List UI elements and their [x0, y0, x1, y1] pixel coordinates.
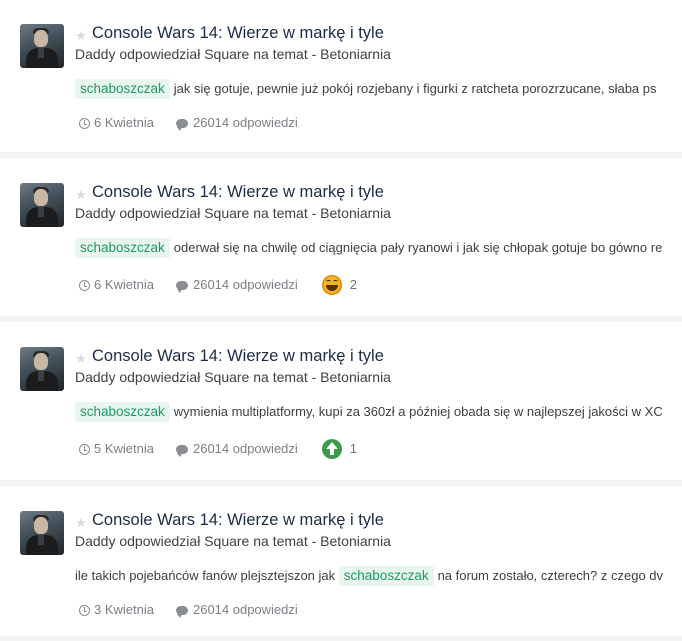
reply-count: 26014 odpowiedzi — [192, 602, 298, 617]
activity-meta: Daddy odpowiedział Square na temat - Bet… — [75, 205, 391, 221]
post-snippet: schaboszczak oderwał się na chwilę od cią… — [75, 238, 662, 258]
snippet-text: jak się gotuje, pewnie już pokój rozjeba… — [173, 81, 657, 96]
post-snippet: schaboszczak wymienia multiplatformy, kup… — [75, 402, 663, 422]
list-item: ★ Console Wars 14: Wierze w markę i tyle… — [0, 486, 682, 636]
reply-count: 26014 odpowiedzi — [192, 277, 298, 292]
haha-emoji-icon — [321, 275, 342, 295]
clock-icon — [79, 117, 90, 129]
post-stats: 3 Kwietnia 26014 odpowiedzi — [79, 601, 320, 619]
post-snippet: ile takich pojebańców fanów plejsztejszo… — [75, 566, 663, 586]
comment-icon — [175, 280, 188, 293]
clock-icon — [79, 443, 90, 455]
reaction-summary[interactable]: 1 — [321, 439, 358, 459]
list-item: ★ Console Wars 14: Wierze w markę i tyle… — [0, 322, 682, 480]
star-icon[interactable]: ★ — [75, 352, 87, 365]
reaction-count: 1 — [349, 441, 358, 456]
mention-tag[interactable]: schaboszczak — [75, 238, 170, 258]
reply-count: 26014 odpowiedzi — [192, 441, 298, 456]
comment-icon — [175, 444, 188, 457]
reply-count: 26014 odpowiedzi — [192, 115, 298, 130]
avatar[interactable] — [20, 24, 64, 68]
snippet-text: oderwał się na chwilę od ciągnięcia pały… — [173, 240, 663, 255]
post-stats: 6 Kwietnia 26014 odpowiedzi 2 — [79, 275, 357, 295]
list-item: ★ Console Wars 14: Wierze w markę i tyle… — [0, 158, 682, 316]
activity-meta: Daddy odpowiedział Square na temat - Bet… — [75, 46, 391, 62]
avatar[interactable] — [20, 183, 64, 227]
post-stats: 5 Kwietnia 26014 odpowiedzi 1 — [79, 439, 357, 459]
post-stats: 6 Kwietnia 26014 odpowiedzi — [79, 114, 320, 132]
topic-title-link[interactable]: Console Wars 14: Wierze w markę i tyle — [92, 346, 384, 366]
star-icon[interactable]: ★ — [75, 516, 87, 529]
reaction-count: 2 — [349, 277, 358, 292]
comment-icon — [175, 605, 188, 618]
snippet-text-before: ile takich pojebańców fanów plejsztejszo… — [75, 568, 336, 583]
topic-title-link[interactable]: Console Wars 14: Wierze w markę i tyle — [92, 23, 384, 43]
clock-icon — [79, 279, 90, 291]
star-icon[interactable]: ★ — [75, 29, 87, 42]
post-date: 3 Kwietnia — [94, 602, 154, 617]
post-date: 5 Kwietnia — [94, 441, 154, 456]
mention-tag[interactable]: schaboszczak — [75, 402, 170, 422]
star-icon[interactable]: ★ — [75, 188, 87, 201]
activity-meta: Daddy odpowiedział Square na temat - Bet… — [75, 533, 391, 549]
activity-meta: Daddy odpowiedział Square na temat - Bet… — [75, 369, 391, 385]
post-snippet: schaboszczak jak się gotuje, pewnie już p… — [75, 79, 657, 99]
post-date: 6 Kwietnia — [94, 277, 154, 292]
topic-title-link[interactable]: Console Wars 14: Wierze w markę i tyle — [92, 182, 384, 202]
upvote-icon — [321, 439, 342, 459]
clock-icon — [79, 604, 90, 616]
comment-icon — [175, 118, 188, 131]
snippet-text: wymienia multiplatformy, kupi za 360zł a… — [173, 404, 663, 419]
snippet-text: na forum zostało, czterech? z czego dv — [437, 568, 664, 583]
topic-title-link[interactable]: Console Wars 14: Wierze w markę i tyle — [92, 510, 384, 530]
post-date: 6 Kwietnia — [94, 115, 154, 130]
avatar[interactable] — [20, 347, 64, 391]
mention-tag[interactable]: schaboszczak — [75, 79, 170, 99]
reaction-summary[interactable]: 2 — [321, 275, 358, 295]
list-item: ★ Console Wars 14: Wierze w markę i tyle… — [0, 0, 682, 152]
mention-tag[interactable]: schaboszczak — [338, 566, 434, 586]
avatar[interactable] — [20, 511, 64, 555]
